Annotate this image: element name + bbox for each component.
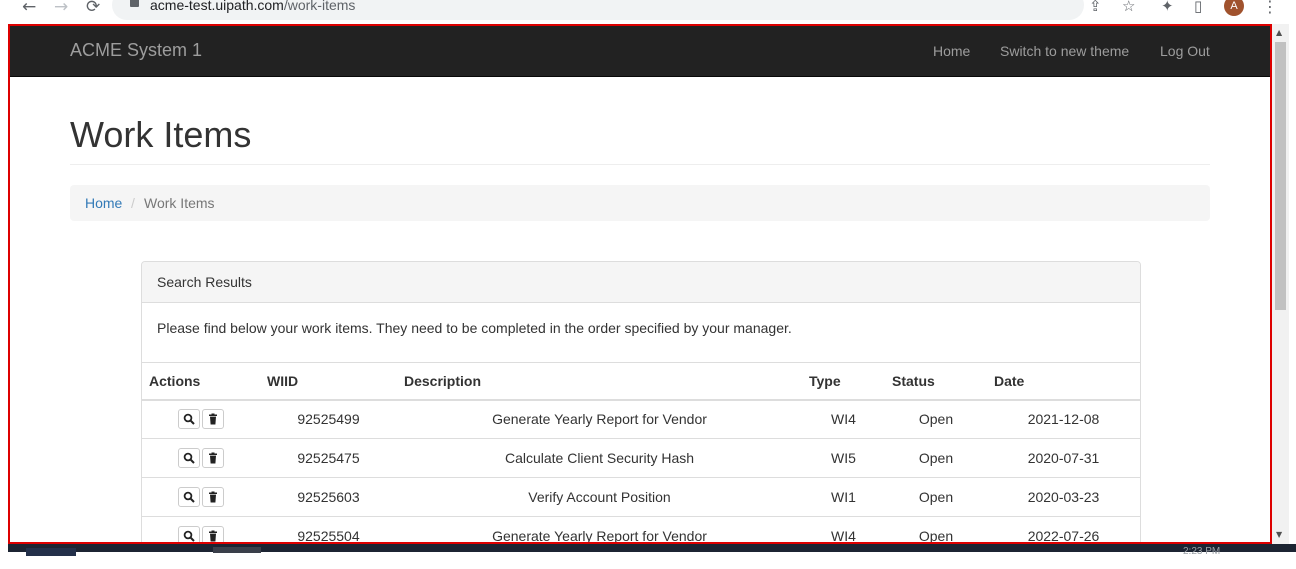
side-panel-icon[interactable]: ▯ [1194, 0, 1202, 14]
magnifier-icon [183, 452, 195, 464]
trash-icon [209, 491, 217, 503]
row-status: Open [885, 516, 987, 542]
panel-title: Search Results [157, 274, 252, 290]
breadcrumb-current: Work Items [144, 195, 215, 211]
search-results-panel: Search Results Please find below your wo… [141, 261, 1141, 542]
table-row: 92525603 Verify Account Position WI1 Ope… [142, 477, 1140, 517]
scroll-up-arrow-icon[interactable]: ▲ [1276, 28, 1282, 37]
nav-switch-theme-link[interactable]: Switch to new theme [1000, 43, 1129, 59]
header-type[interactable]: Type [802, 362, 885, 401]
row-status: Open [885, 399, 987, 439]
view-button[interactable] [178, 487, 200, 507]
row-description: Calculate Client Security Hash [397, 438, 802, 478]
row-actions [142, 438, 260, 478]
row-description: Generate Yearly Report for Vendor [397, 399, 802, 439]
magnifier-icon [183, 413, 195, 425]
reload-icon[interactable]: ⟳ [86, 0, 100, 16]
breadcrumb-home-link[interactable]: Home [85, 195, 122, 211]
row-status: Open [885, 477, 987, 517]
taskbar-strip [8, 544, 1296, 556]
row-type: WI4 [802, 516, 885, 542]
trash-icon [209, 413, 217, 425]
header-description[interactable]: Description [397, 362, 802, 401]
star-icon[interactable]: ☆ [1122, 0, 1135, 14]
profile-avatar[interactable]: A [1224, 0, 1244, 16]
table-row: 92525499 Generate Yearly Report for Vend… [142, 399, 1140, 439]
magnifier-icon [183, 491, 195, 503]
work-items-table: Actions WIID Description Type Status Dat… [142, 362, 1140, 542]
table-row: 92525475 Calculate Client Security Hash … [142, 438, 1140, 478]
table-header-row: Actions WIID Description Type Status Dat… [142, 362, 1140, 401]
table-row: 92525504 Generate Yearly Report for Vend… [142, 516, 1140, 542]
forward-arrow-icon[interactable]: → [54, 0, 68, 16]
row-date: 2021-12-08 [987, 399, 1140, 439]
row-wiid: 92525475 [260, 438, 397, 478]
brand-link[interactable]: ACME System 1 [70, 40, 202, 61]
scroll-down-arrow-icon[interactable]: ▼ [1276, 530, 1282, 539]
url-text[interactable]: acme-test.uipath.com/work-items [150, 0, 355, 13]
row-type: WI5 [802, 438, 885, 478]
row-actions [142, 516, 260, 542]
lock-icon[interactable] [130, 0, 139, 7]
row-date: 2020-03-23 [987, 477, 1140, 517]
nav-logout-link[interactable]: Log Out [1160, 43, 1210, 59]
header-actions[interactable]: Actions [142, 362, 260, 401]
row-wiid: 92525603 [260, 477, 397, 517]
back-arrow-icon[interactable]: ← [22, 0, 36, 16]
taskbar-app-item[interactable] [213, 547, 261, 553]
panel-heading: Search Results [142, 262, 1140, 303]
delete-button[interactable] [202, 409, 224, 430]
breadcrumb-separator: / [131, 195, 135, 211]
extensions-puzzle-icon[interactable]: ✦ [1161, 0, 1174, 14]
row-actions [142, 399, 260, 439]
row-actions [142, 477, 260, 517]
menu-kebab-icon[interactable]: ⋮ [1262, 0, 1278, 16]
row-wiid: 92525499 [260, 399, 397, 439]
header-status[interactable]: Status [885, 362, 987, 401]
os-taskbar: 2:23 PM [0, 544, 1296, 569]
delete-button[interactable] [202, 526, 224, 542]
title-divider [70, 164, 1210, 165]
browser-toolbar: ← → ⟳ acme-test.uipath.com/work-items ⇪ … [0, 0, 1296, 24]
top-navbar: ACME System 1 Home Switch to new theme L… [10, 26, 1270, 77]
header-wiid[interactable]: WIID [260, 362, 397, 401]
share-icon[interactable]: ⇪ [1089, 0, 1102, 14]
delete-button[interactable] [202, 487, 224, 507]
row-date: 2020-07-31 [987, 438, 1140, 478]
taskbar-clock: 2:23 PM [1183, 546, 1221, 557]
row-wiid: 92525504 [260, 516, 397, 542]
magnifier-icon [183, 530, 195, 542]
taskbar-app-item[interactable] [26, 548, 76, 556]
page-title: Work Items [70, 114, 252, 155]
trash-icon [209, 452, 217, 464]
delete-button[interactable] [202, 448, 224, 468]
view-button[interactable] [178, 409, 200, 430]
header-date[interactable]: Date [987, 362, 1140, 401]
view-button[interactable] [178, 526, 200, 542]
nav-home-link[interactable]: Home [933, 43, 970, 59]
trash-icon [209, 530, 217, 542]
row-description: Verify Account Position [397, 477, 802, 517]
vertical-scrollbar[interactable]: ▲ ▼ [1272, 24, 1289, 544]
view-button[interactable] [178, 448, 200, 468]
row-description: Generate Yearly Report for Vendor [397, 516, 802, 542]
panel-intro-text: Please find below your work items. They … [157, 320, 792, 336]
row-status: Open [885, 438, 987, 478]
breadcrumb: Home / Work Items [70, 185, 1210, 221]
scrollbar-thumb[interactable] [1275, 42, 1286, 310]
page-viewport: ACME System 1 Home Switch to new theme L… [8, 24, 1272, 544]
row-type: WI1 [802, 477, 885, 517]
row-date: 2022-07-26 [987, 516, 1140, 542]
row-type: WI4 [802, 399, 885, 439]
